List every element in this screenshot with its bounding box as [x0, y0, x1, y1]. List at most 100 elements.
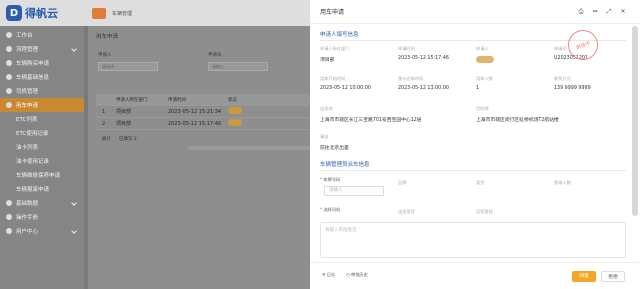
row-time: 2023-05-12 15:21:34	[168, 108, 222, 115]
field-destination-value: 上海市市辖区闵行区虹桥机场T2航站楼	[476, 118, 559, 123]
sidebar-item[interactable]: ETC使用记录	[0, 126, 84, 140]
field-end-label: 预计还车时间	[398, 76, 424, 81]
menu-icon	[6, 200, 12, 206]
table-row[interactable]: 2 项目部 2023-05-12 15:17:46	[96, 118, 310, 130]
sidebar-item[interactable]: 基础数据	[0, 196, 84, 210]
sidebar-item[interactable]: 车辆基础信息	[0, 70, 84, 84]
field-number-label: 申请号	[554, 46, 567, 51]
avatar	[476, 56, 494, 63]
plate-input[interactable]: 请输入	[324, 186, 384, 196]
menu-icon	[6, 214, 12, 220]
sidebar-item[interactable]: ETC列表	[0, 112, 84, 126]
menu-icon	[6, 88, 12, 94]
plate-label: * 车牌号码	[320, 177, 341, 182]
sidebar-item-label: 车辆基础信息	[16, 75, 50, 81]
reject-button[interactable]: 拒绝	[601, 271, 625, 282]
field-origin-label: 出发地	[320, 106, 333, 111]
filter-applicant-select[interactable]: 请选择	[98, 62, 158, 71]
status-badge	[228, 107, 242, 114]
menu-icon	[6, 60, 12, 66]
row-index: 2	[102, 120, 106, 127]
log-button[interactable]: 🗎 日志	[322, 272, 335, 279]
expand-icon[interactable]: ⇔	[592, 9, 598, 15]
car-icon	[92, 7, 106, 19]
field-people-label: 用车人数	[476, 76, 493, 81]
field-time-label: 申请时间	[398, 46, 415, 51]
menu-icon	[6, 32, 12, 38]
filter-number-label: 申请号	[208, 53, 222, 58]
approve-button[interactable]: 同意	[572, 271, 596, 282]
sidebar-item-label: ETC列表	[16, 117, 38, 123]
filter-applicant-label: 申请人	[98, 53, 112, 58]
sidebar-item[interactable]: 车辆报废申请	[0, 182, 84, 196]
sidebar-item[interactable]: 油卡使用记录	[0, 154, 84, 168]
field-people-value: 1	[476, 86, 480, 91]
table-footer: 统计 已填写 2	[96, 136, 310, 146]
print-icon[interactable]: ⎙	[578, 9, 584, 15]
field-end-value: 2023-05-12 13:00:00	[398, 86, 449, 91]
brand-label: 品牌	[398, 180, 407, 185]
driver-label: * 选择司机	[320, 207, 341, 212]
menu-icon	[6, 102, 12, 108]
field-dept-value: 项目部	[320, 58, 335, 63]
sidebar: 工作台流程管理车辆购买申请 车辆基础信息 司机管理用车申请 ETC列表 ETC使用记录油…	[0, 26, 84, 289]
row-time: 2023-05-12 15:17:46	[168, 120, 222, 127]
sidebar-item-label: 操作手册	[16, 215, 39, 221]
sidebar-item-label: 基础数据	[16, 201, 39, 207]
table-header: 申请人所在部门 申请时间 状态	[96, 94, 310, 106]
field-phone-label: 联系方式	[554, 76, 571, 81]
sidebar-item-label: 流程管理	[16, 47, 39, 53]
row-dept: 项目部	[116, 121, 132, 127]
sidebar-item[interactable]: 车辆购买申请	[0, 56, 84, 70]
sidebar-item-label: 油卡使用记录	[16, 159, 50, 165]
footer-total: 统计	[102, 137, 111, 142]
sidebar-item[interactable]: 操作手册	[0, 210, 84, 224]
fullscreen-icon[interactable]: ⤢	[606, 9, 612, 15]
brand-logo[interactable]: D 得帆云	[0, 5, 84, 21]
sidebar-item-label: ETC使用记录	[16, 131, 49, 137]
application-table: 申请人所在部门 申请时间 状态 1 项目部 2023-05-12 15:21:3…	[96, 94, 310, 130]
sidebar-item[interactable]: 油卡列表	[0, 140, 84, 154]
row-dept: 项目部	[116, 109, 132, 115]
row-index: 1	[102, 108, 106, 115]
history-button[interactable]: ◷ 审批历史	[346, 272, 368, 278]
field-destination-label: 目的地	[476, 106, 489, 111]
divider	[320, 170, 626, 171]
module-title: 车辆管理	[112, 10, 133, 17]
field-start-label: 用车开始时间	[320, 76, 346, 81]
col-status: 状态	[228, 97, 237, 103]
sidebar-item[interactable]: 流程管理	[0, 42, 84, 56]
sidebar-item[interactable]: 工作台	[0, 28, 84, 42]
filter-number-input[interactable]: 请输入	[208, 62, 268, 71]
drawer-footer: 🗎 日志 ◷ 审批历史 同意 拒绝	[310, 262, 640, 289]
field-start-value: 2023-05-12 10:00:00	[320, 86, 371, 91]
remark-input[interactable]: 请输入审批意见	[320, 222, 626, 258]
menu-icon	[6, 228, 12, 234]
chevron-down-icon	[71, 200, 77, 206]
close-icon[interactable]: ✕	[620, 9, 626, 15]
vertical-scrollbar[interactable]	[632, 26, 638, 216]
sidebar-item[interactable]: 用车申请	[0, 98, 84, 112]
footer-status: 已填写 2	[119, 137, 137, 142]
sidebar-item-label: 车辆购买申请	[16, 61, 50, 67]
col-time: 申请时间	[168, 97, 186, 103]
field-reason-label: 事由	[320, 134, 329, 139]
seats-label: 限乘人数	[554, 180, 571, 185]
field-reason-value: 前往北京出差	[320, 146, 349, 151]
sidebar-item[interactable]: 车辆维修保养申请	[0, 168, 84, 182]
section-applicant: 申请人填写信息	[320, 32, 359, 38]
sidebar-item[interactable]: 司机管理	[0, 84, 84, 98]
back-km-label: 回程里程	[476, 209, 493, 214]
table-row[interactable]: 1 项目部 2023-05-12 15:21:34	[96, 106, 310, 118]
model-label: 类型	[476, 180, 485, 185]
sidebar-item-label: 用车申请	[16, 103, 39, 109]
field-dept-label: 申请人所在部门	[320, 46, 350, 51]
sidebar-item-label: 司机管理	[16, 89, 39, 95]
col-dept: 申请人所在部门	[116, 97, 148, 103]
sidebar-item-label: 油卡列表	[16, 145, 39, 151]
list-panel: 用车申请 申请人 请选择 申请号 请输入 申请人所在部门 申请时间 状态 1 项…	[88, 26, 348, 289]
logo-mark: D	[6, 5, 22, 21]
sidebar-item[interactable]: 用户中心	[0, 224, 84, 238]
menu-icon	[6, 74, 12, 80]
filter-bar: 申请人 请选择 申请号 请输入	[88, 48, 310, 72]
